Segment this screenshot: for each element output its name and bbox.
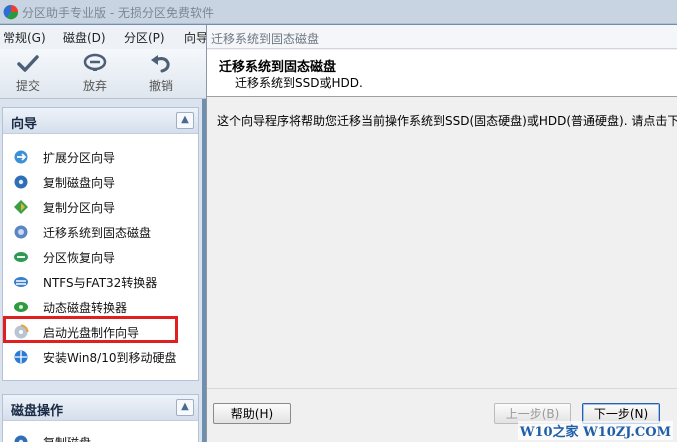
watermark: W10之家 W10ZJ.COM (518, 421, 673, 440)
copy-disk-op-icon (13, 434, 29, 442)
menu-wizard[interactable]: 向导 (184, 29, 208, 46)
wizard-item-migrate-os[interactable]: 迁移系统到固态磁盘 (13, 221, 193, 243)
disk-operations-header: 磁盘操作 ▲ (3, 395, 198, 421)
dialog-heading: 迁移系统到固态磁盘 (219, 56, 336, 75)
discard-icon (83, 53, 107, 75)
submit-icon (16, 53, 40, 75)
wizard-item-extend-partition[interactable]: 扩展分区向导 (13, 146, 193, 168)
wizard-collapse-button[interactable]: ▲ (176, 112, 194, 129)
disk-operations-title: 磁盘操作 (11, 400, 63, 419)
dialog-header: 迁移系统到固态磁盘 迁移系统到SSD或HDD. (207, 50, 677, 97)
dialog-subheading: 迁移系统到SSD或HDD. (235, 74, 363, 91)
menu-disk[interactable]: 磁盘(D) (63, 29, 106, 46)
copy-partition-icon (13, 199, 29, 215)
left-panel: 向导 ▲ 扩展分区向导 复制磁盘向导 复制分区向导 迁移系统到固态磁盘 分区恢复… (0, 99, 202, 442)
wizard-panel-header: 向导 ▲ (3, 108, 198, 134)
wizard-item-copy-disk[interactable]: 复制磁盘向导 (13, 171, 193, 193)
wizard-item-dynamic-disk[interactable]: 动态磁盘转换器 (13, 296, 193, 318)
dynamic-disk-icon (13, 299, 29, 315)
windows-to-go-icon (13, 349, 29, 365)
app-title: 分区助手专业版 - 无损分区免费软件 (22, 4, 214, 21)
migrate-dialog: 迁移系统到固态磁盘 迁移系统到固态磁盘 迁移系统到SSD或HDD. 这个向导程序… (206, 25, 677, 442)
discard-label: 放弃 (72, 77, 118, 94)
menu-general[interactable]: 常规(G) (3, 29, 46, 46)
wizard-panel-title: 向导 (11, 113, 37, 132)
wizard-item-copy-partition[interactable]: 复制分区向导 (13, 196, 193, 218)
help-button[interactable]: 帮助(H) (213, 403, 291, 424)
wizard-item-partition-recovery[interactable]: 分区恢复向导 (13, 246, 193, 268)
submit-label: 提交 (5, 77, 51, 94)
partition-recovery-icon (13, 249, 29, 265)
undo-icon (149, 53, 173, 75)
migrate-os-icon (13, 224, 29, 240)
dialog-description: 这个向导程序将帮助您迁移当前操作系统到SSD(固态硬盘)或HDD(普通硬盘). … (217, 112, 677, 129)
wizard-item-windows-to-go[interactable]: 安装Win8/10到移动硬盘 (13, 346, 193, 368)
app-logo-icon (3, 4, 19, 20)
ntfs-fat32-icon (13, 274, 29, 290)
disk-op-copy-disk[interactable]: 复制磁盘 (13, 431, 193, 442)
submit-button[interactable]: 提交 (5, 53, 51, 95)
dialog-titlebar[interactable]: 迁移系统到固态磁盘 (207, 25, 677, 49)
extend-partition-icon (13, 149, 29, 165)
disk-operations-collapse-button[interactable]: ▲ (176, 399, 194, 416)
dialog-window-title: 迁移系统到固态磁盘 (211, 30, 319, 47)
disk-operations-panel: 磁盘操作 ▲ 复制磁盘 (2, 394, 199, 442)
menu-partition[interactable]: 分区(P) (124, 29, 165, 46)
main-titlebar: 分区助手专业版 - 无损分区免费软件 (0, 0, 677, 24)
dialog-body: 这个向导程序将帮助您迁移当前操作系统到SSD(固态硬盘)或HDD(普通硬盘). … (207, 98, 677, 388)
copy-disk-icon (13, 174, 29, 190)
undo-label: 撤销 (138, 77, 184, 94)
wizard-item-ntfs-fat32[interactable]: NTFS与FAT32转换器 (13, 271, 193, 293)
undo-button[interactable]: 撤销 (138, 53, 184, 95)
highlight-box (3, 316, 178, 343)
discard-button[interactable]: 放弃 (72, 53, 118, 95)
